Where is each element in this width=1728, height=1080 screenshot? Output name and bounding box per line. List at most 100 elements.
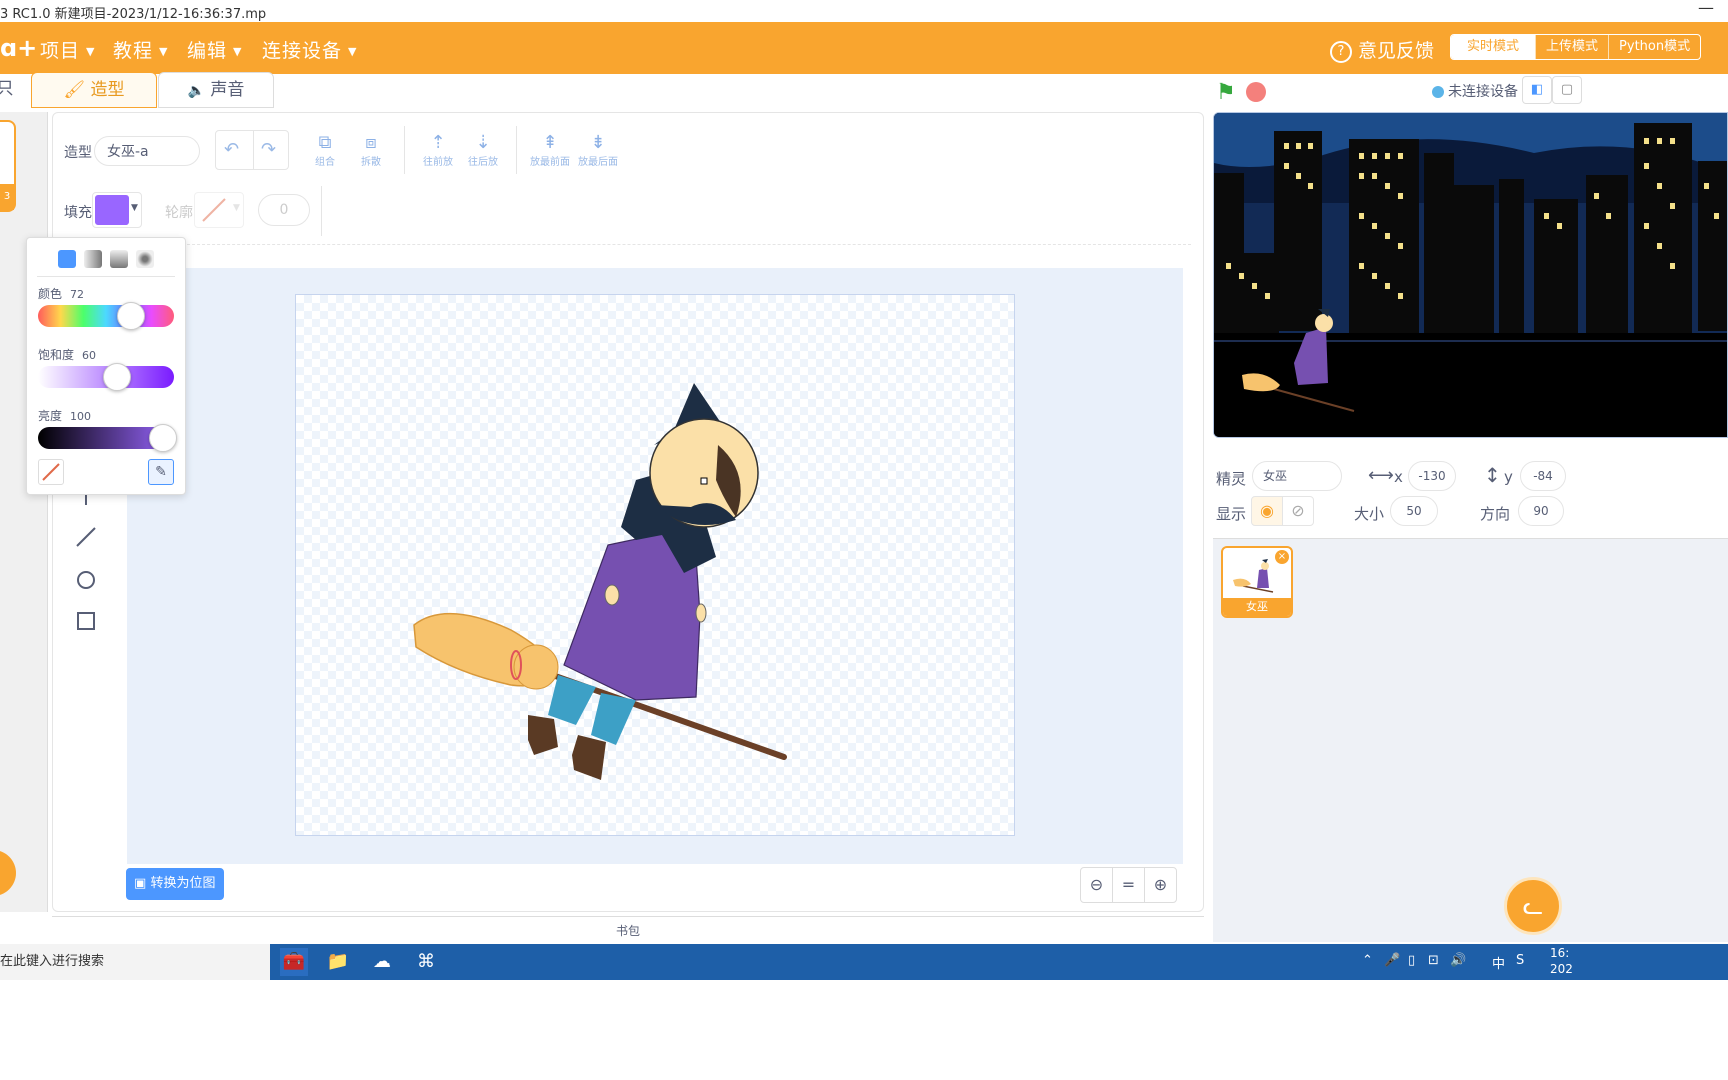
tab-costume[interactable]: 🖌 造型 bbox=[31, 72, 157, 108]
app-icon-toolbox[interactable]: 🧰 bbox=[280, 948, 308, 976]
stop-icon[interactable] bbox=[1246, 82, 1266, 102]
show-label: 显示 bbox=[1216, 505, 1247, 523]
solid-fill-option[interactable] bbox=[58, 250, 76, 268]
app-icon-editor[interactable]: ⌘ bbox=[412, 948, 440, 976]
menu-project[interactable]: 项目 ▼ bbox=[40, 36, 95, 63]
fill-color-button[interactable]: ▼ bbox=[92, 192, 142, 228]
group-button[interactable]: ⧉ 组合 bbox=[312, 133, 338, 169]
tray-chevron-icon[interactable]: ⌃ bbox=[1362, 953, 1373, 968]
sogou-icon[interactable]: S bbox=[1516, 953, 1524, 968]
zoom-out-button[interactable]: ⊖ bbox=[1080, 867, 1113, 903]
saturation-knob[interactable] bbox=[103, 363, 131, 391]
outline-color-button[interactable]: ▼ bbox=[194, 192, 244, 228]
minimize-button[interactable]: — bbox=[1698, 0, 1714, 17]
tab-code[interactable]: 只 bbox=[0, 72, 30, 108]
horizontal-gradient-option[interactable] bbox=[84, 250, 102, 268]
ungroup-button[interactable]: ⧈ 拆散 bbox=[358, 132, 384, 169]
drawing-canvas[interactable] bbox=[295, 294, 1015, 836]
hue-knob[interactable] bbox=[117, 302, 145, 330]
forward-button[interactable]: ⇡ 往前放 bbox=[422, 132, 454, 169]
hue-label: 颜色 72 bbox=[38, 287, 85, 301]
clock-time[interactable]: 16: bbox=[1550, 946, 1569, 960]
sprite-label: 精灵 bbox=[1216, 470, 1247, 488]
back-button[interactable]: ⇟ 放最后面 bbox=[577, 132, 619, 169]
brightness-knob[interactable] bbox=[149, 424, 177, 452]
sprite-card[interactable]: × 女巫 bbox=[1221, 546, 1293, 618]
add-sprite-button[interactable]: ᓚ bbox=[1504, 877, 1562, 935]
network-icon[interactable]: ⊡ bbox=[1428, 953, 1439, 968]
ungroup-icon: ⧈ bbox=[365, 132, 377, 153]
file-explorer-icon[interactable]: 📁 bbox=[324, 948, 352, 976]
witch-costume[interactable] bbox=[296, 295, 1016, 837]
small-stage-icon[interactable]: ◧ bbox=[1522, 76, 1552, 104]
front-button[interactable]: ⇞ 放最前面 bbox=[529, 132, 571, 169]
menu-edit[interactable]: 编辑 ▼ bbox=[187, 36, 242, 63]
stage-header: ⚑ 未连接设备 ◧ ▢ bbox=[1208, 74, 1728, 112]
convert-to-bitmap-button[interactable]: ▣ 转换为位图 bbox=[126, 868, 224, 900]
size-input[interactable]: 50 bbox=[1390, 496, 1438, 526]
costume-label: 造型 bbox=[64, 145, 92, 161]
stage-scene bbox=[1214, 113, 1727, 437]
cat-icon: ᓚ bbox=[1522, 892, 1544, 920]
backward-button[interactable]: ⇣ 往后放 bbox=[467, 133, 499, 169]
mode-switch: 实时模式 上传模式 Python模式 bbox=[1450, 34, 1702, 60]
usb-icon[interactable]: ▯ bbox=[1408, 953, 1415, 968]
stage-canvas[interactable] bbox=[1213, 112, 1728, 438]
eyedropper-button[interactable]: ✎ bbox=[148, 459, 174, 485]
menu-connect-device[interactable]: 连接设备 ▼ bbox=[262, 36, 357, 63]
hide-eye-icon[interactable]: ⊘ bbox=[1282, 496, 1314, 526]
sprite-name-input[interactable]: 女巫 bbox=[1252, 461, 1342, 491]
costume-name-input[interactable]: 女巫-a bbox=[94, 136, 200, 166]
mode-realtime[interactable]: 实时模式 bbox=[1451, 35, 1536, 59]
size-label: 大小 bbox=[1354, 505, 1385, 523]
zoom-reset-button[interactable]: = bbox=[1112, 867, 1145, 903]
rectangle-tool[interactable] bbox=[75, 610, 97, 632]
eyedropper-icon: ✎ bbox=[155, 464, 167, 480]
arrow-top-icon: ⇞ bbox=[542, 132, 558, 153]
radial-gradient-option[interactable] bbox=[136, 250, 154, 268]
redo-icon[interactable]: ↷ bbox=[261, 139, 276, 160]
delete-sprite-icon[interactable]: × bbox=[1275, 550, 1289, 564]
outline-width-input[interactable]: 0 bbox=[258, 194, 310, 226]
microphone-icon[interactable]: 🎤 bbox=[1384, 953, 1400, 968]
brightness-value: 100 bbox=[70, 410, 92, 423]
connection-status[interactable]: 未连接设备 bbox=[1448, 81, 1518, 101]
window-title: 3 RC1.0 新建项目-2023/1/12-16:36:37.mp bbox=[0, 7, 267, 22]
saturation-label: 饱和度 60 bbox=[38, 348, 97, 362]
backpack-bar[interactable]: 书包 bbox=[52, 916, 1204, 944]
app-icon-cloud[interactable]: ☁ bbox=[368, 948, 396, 976]
tab-sound[interactable]: 🔈 声音 bbox=[158, 72, 274, 108]
mode-upload[interactable]: 上传模式 bbox=[1535, 35, 1608, 59]
menu-tutorial[interactable]: 教程 ▼ bbox=[113, 36, 168, 63]
color-picker-popup: 颜色 72 饱和度 60 亮度 100 ✎ bbox=[26, 237, 186, 495]
y-arrows-icon: ↕ bbox=[1484, 463, 1501, 487]
speaker-icon: 🔈 bbox=[187, 83, 206, 99]
arrow-bottom-icon: ⇟ bbox=[590, 132, 606, 153]
circle-tool[interactable] bbox=[75, 569, 97, 591]
y-input[interactable]: -84 bbox=[1520, 461, 1566, 491]
app-logo: ɑ+ bbox=[0, 34, 38, 62]
undo-icon[interactable]: ↶ bbox=[224, 139, 239, 160]
input-method[interactable]: 中 bbox=[1492, 953, 1505, 972]
x-label: x bbox=[1394, 468, 1403, 486]
vertical-gradient-option[interactable] bbox=[110, 250, 128, 268]
hue-slider[interactable] bbox=[38, 305, 174, 327]
line-tool[interactable] bbox=[75, 526, 97, 548]
green-flag-icon[interactable]: ⚑ bbox=[1216, 80, 1236, 105]
saturation-value: 60 bbox=[82, 349, 97, 362]
costume-tile[interactable]: 3 bbox=[0, 120, 16, 212]
mode-python[interactable]: Python模式 bbox=[1608, 35, 1700, 59]
taskbar-search[interactable]: 在此键入进行搜索 bbox=[0, 944, 270, 980]
arrow-up-icon: ⇡ bbox=[430, 132, 446, 153]
large-stage-icon[interactable]: ▢ bbox=[1552, 76, 1582, 104]
zoom-in-button[interactable]: ⊕ bbox=[1144, 867, 1177, 903]
show-eye-icon[interactable]: ◉ bbox=[1251, 496, 1283, 526]
brightness-label: 亮度 100 bbox=[38, 409, 92, 423]
x-input[interactable]: -130 bbox=[1408, 461, 1456, 491]
no-color-button[interactable] bbox=[38, 459, 64, 485]
clock-date[interactable]: 202 bbox=[1550, 962, 1573, 976]
direction-input[interactable]: 90 bbox=[1518, 496, 1564, 526]
hue-value: 72 bbox=[70, 288, 85, 301]
feedback-button[interactable]: ? 意见反馈 bbox=[1330, 36, 1434, 63]
volume-icon[interactable]: 🔊 bbox=[1450, 953, 1466, 968]
